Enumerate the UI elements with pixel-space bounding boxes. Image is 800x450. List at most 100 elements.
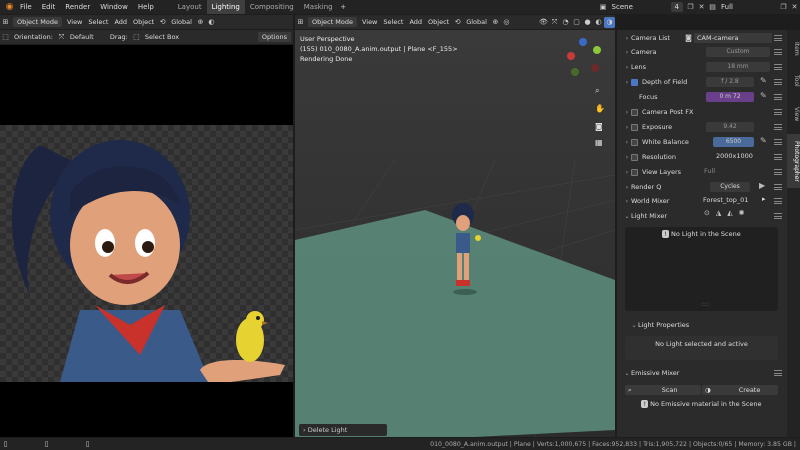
view-layers-value[interactable]: Full — [704, 167, 715, 175]
scene-icon[interactable]: ▣ — [598, 2, 609, 13]
white-balance-checkbox[interactable] — [631, 138, 638, 146]
light-list-box[interactable]: ! No Light in the Scene :::: — [625, 227, 778, 311]
drag-icon[interactable]: ⬚ — [131, 32, 142, 43]
world-value[interactable]: Forest_top_01 — [703, 196, 748, 204]
drag-handle-icon[interactable] — [774, 64, 782, 70]
scan-button[interactable]: ⌕ Scan — [625, 385, 701, 395]
light-properties-row[interactable]: ⌄ Light Properties — [630, 318, 795, 332]
viewport-editor-type-icon[interactable]: ⊞ — [295, 17, 306, 28]
add-workspace-icon[interactable]: + — [338, 2, 349, 13]
orientation-dropdown[interactable]: Default — [67, 33, 107, 41]
viewport-transform-icon[interactable]: ⟲ — [452, 17, 463, 28]
resolution-checkbox[interactable] — [631, 153, 638, 161]
tab-lighting[interactable]: Lighting — [206, 0, 245, 14]
shading-rendered-icon[interactable]: ◑ — [604, 16, 615, 28]
drag-handle-icon[interactable] — [774, 124, 782, 130]
grid-view-icon[interactable]: ▦ — [595, 138, 603, 147]
close-icon[interactable]: ✕ — [696, 2, 707, 13]
tool-icon[interactable]: ⬚ — [0, 32, 11, 43]
drag-handle-icon[interactable] — [774, 169, 782, 175]
world-play-icon[interactable]: ▸ — [762, 195, 766, 203]
drag-handle-icon[interactable] — [774, 49, 782, 55]
tab-layout[interactable]: Layout — [173, 0, 207, 14]
camera-view-icon[interactable]: ◙ — [595, 122, 603, 131]
camera-value[interactable]: Custom — [706, 47, 770, 57]
tab-view[interactable]: View — [787, 100, 800, 128]
create-button[interactable]: ◑ Create — [702, 385, 778, 395]
menu-render[interactable]: Render — [60, 0, 95, 14]
post-fx-row[interactable]: › Camera Post FX — [623, 105, 788, 119]
tab-photographer[interactable]: Photographer — [787, 134, 800, 188]
sun-light-icon[interactable]: ◮ — [716, 209, 721, 217]
gizmo-x[interactable] — [567, 52, 575, 60]
close-layer-icon[interactable]: ✕ — [789, 2, 800, 13]
list-resize-handle[interactable]: :::: — [701, 301, 709, 308]
view-layer-name[interactable]: Full — [718, 3, 778, 11]
drag-handle-icon[interactable] — [774, 109, 782, 115]
render-engine-dropdown[interactable]: Cycles — [710, 182, 750, 192]
tab-tool[interactable]: Tool — [787, 67, 800, 95]
zoom-icon[interactable]: ⌕ — [595, 86, 599, 96]
exposure-checkbox[interactable] — [631, 123, 638, 131]
menu-window[interactable]: Window — [95, 0, 133, 14]
tab-masking[interactable]: Masking — [299, 0, 338, 14]
copy-icon[interactable]: ❐ — [685, 2, 696, 13]
dof-value[interactable]: f / 2.8 — [706, 77, 754, 87]
viewport-transform-dropdown[interactable]: Global — [463, 18, 490, 26]
viewport-mode-dropdown[interactable]: Object Mode — [308, 17, 357, 27]
options-dropdown[interactable]: Options — [257, 32, 291, 42]
dof-checkbox[interactable] — [631, 78, 638, 86]
3d-viewport[interactable]: User Perspective (155) 010_0080_A.anim.o… — [295, 30, 615, 437]
left-object-menu[interactable]: Object — [130, 18, 157, 26]
snap-icon[interactable]: ⊕ — [195, 17, 206, 28]
drag-dropdown[interactable]: Select Box — [142, 33, 202, 41]
viewport-snap-icon[interactable]: ⊕ — [490, 17, 501, 28]
viewport-object-menu[interactable]: Object — [425, 18, 452, 26]
drag-handle-icon[interactable] — [774, 154, 782, 160]
transform-icon[interactable]: ⟲ — [157, 17, 168, 28]
wb-eyedropper-icon[interactable]: ✎ — [760, 136, 767, 145]
camera-list-row[interactable]: › Camera List ◙ CAM-camera — [623, 31, 788, 45]
camera-name[interactable]: CAM-camera — [694, 33, 772, 43]
drag-handle-icon[interactable] — [774, 198, 782, 204]
overlay-icon[interactable]: ◔ — [560, 17, 571, 28]
emissive-mixer-row[interactable]: ⌄ Emissive Mixer — [623, 366, 788, 380]
blender-logo-icon[interactable]: ◉ — [4, 2, 15, 13]
viewport-add-menu[interactable]: Add — [406, 18, 425, 26]
gizmo-y[interactable] — [593, 46, 601, 54]
gizmo-neg-x[interactable] — [591, 64, 599, 72]
menu-file[interactable]: File — [15, 0, 37, 14]
tab-item[interactable]: Item — [787, 35, 800, 63]
pan-icon[interactable]: ✋ — [595, 104, 605, 113]
left-mode-dropdown[interactable]: Object Mode — [13, 17, 62, 27]
render-icon[interactable]: ▶ — [759, 181, 765, 190]
shading-icon[interactable]: ◐ — [206, 17, 217, 28]
xray-icon[interactable]: ▢ — [571, 17, 582, 28]
left-select-menu[interactable]: Select — [85, 18, 111, 26]
resolution-value[interactable]: 2000x1000 — [716, 152, 753, 160]
point-light-icon[interactable]: ⊙ — [704, 209, 710, 217]
drag-handle-icon[interactable] — [774, 213, 782, 219]
eyedropper-icon[interactable]: ✎ — [760, 76, 767, 85]
left-transform-dropdown[interactable]: Global — [168, 18, 195, 26]
navigation-gizmo[interactable] — [563, 38, 603, 78]
scene-count[interactable]: 4 — [670, 2, 683, 12]
gizmo-neg-y[interactable] — [571, 68, 579, 76]
viewport-select-menu[interactable]: Select — [380, 18, 406, 26]
focus-eyedropper-icon[interactable]: ✎ — [760, 91, 767, 100]
menu-help[interactable]: Help — [133, 0, 159, 14]
visibility-icon[interactable]: 👁 — [538, 17, 549, 28]
last-operation-panel[interactable]: › Delete Light — [299, 424, 387, 436]
shading-solid-icon[interactable]: ● — [582, 17, 593, 28]
shading-material-icon[interactable]: ◐ — [593, 17, 604, 28]
gizmo-toggle-icon[interactable]: ⤧ — [549, 17, 560, 28]
scene-name[interactable]: Scene — [609, 3, 669, 11]
focus-value[interactable]: 0 m 72 — [706, 92, 754, 102]
drag-handle-icon[interactable] — [774, 35, 782, 41]
left-add-menu[interactable]: Add — [111, 18, 130, 26]
drag-handle-icon[interactable] — [774, 184, 782, 190]
spot-light-icon[interactable]: ◭ — [727, 209, 732, 217]
editor-type-icon[interactable]: ⊞ — [0, 17, 11, 28]
gizmo-z[interactable] — [579, 38, 587, 46]
tab-compositing[interactable]: Compositing — [245, 0, 299, 14]
